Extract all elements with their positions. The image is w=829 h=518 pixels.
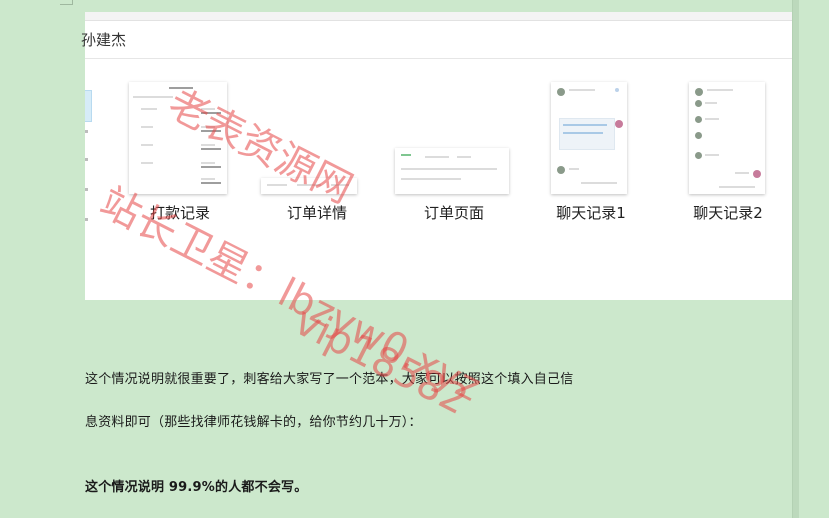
thumbnail-order-details[interactable] (261, 178, 357, 194)
paragraph-line-1: 这个情况说明就很重要了，刺客给大家写了一个范本，大家可以按照这个填入自己信 (85, 372, 574, 387)
paragraph-line-2: 息资料即可（那些找律师花钱解卡的，给你节约几十万）： (85, 415, 422, 430)
thumbnail-label-chat-record-2: 聊天记录2 (693, 204, 763, 222)
cropped-marker (85, 130, 88, 133)
panel-top-bar (85, 12, 792, 21)
cropped-marker (85, 218, 88, 221)
page-corner-mark-left (60, 0, 73, 5)
panel-title: 孙建杰 (81, 31, 127, 49)
cropped-sidebar-item (85, 90, 92, 122)
thumbnail-payment-records[interactable] (129, 82, 227, 194)
thumbnail-chat-record-2[interactable] (689, 82, 765, 194)
page-right-edge (792, 0, 799, 518)
paragraph-bold-line: 这个情况说明 99.9%的人都不会写。 (85, 480, 308, 495)
embedded-screenshot-panel: 孙建杰 打款记录 订单详情 订单页面 聊天记录1 聊天记录2 (81, 12, 792, 300)
cropped-marker (85, 188, 88, 191)
thumbnail-chat-record-1[interactable] (551, 82, 627, 194)
thumbnail-label-order-details: 订单详情 (286, 204, 347, 222)
cropped-marker (85, 158, 88, 161)
thumbnail-label-payment-records: 打款记录 (149, 204, 210, 222)
thumbnail-label-order-page: 订单页面 (423, 204, 484, 222)
thumbnail-order-page[interactable] (395, 148, 509, 194)
thumbnail-label-chat-record-1: 聊天记录1 (556, 204, 626, 222)
panel-divider (85, 58, 792, 59)
